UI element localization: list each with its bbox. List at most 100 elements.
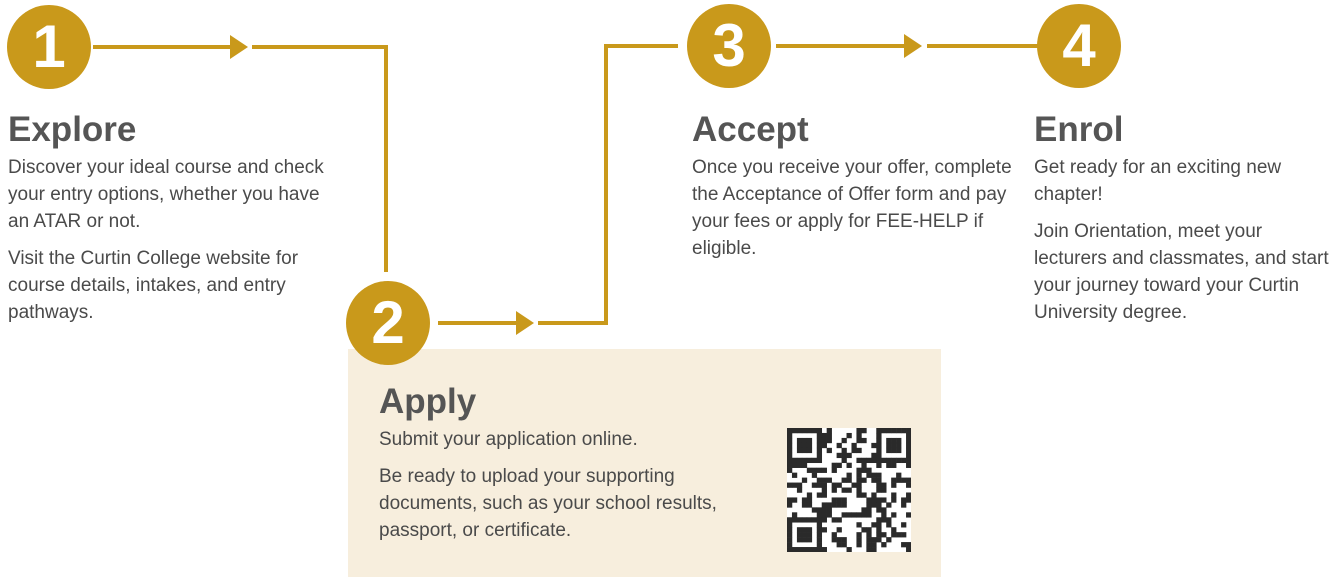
qr-module [886, 522, 892, 528]
qr-module [826, 428, 832, 434]
qr-module [841, 537, 847, 543]
qr-module [801, 527, 808, 533]
qr-module [856, 482, 862, 488]
qr-module [821, 437, 827, 444]
qr-module [841, 457, 847, 464]
qr-module [881, 497, 887, 503]
qr-module [787, 532, 793, 538]
qr-module [801, 437, 808, 444]
qr-module [891, 492, 897, 498]
qr-module [856, 532, 862, 538]
qr-module [856, 477, 862, 483]
qr-module [861, 457, 867, 464]
qr-module [846, 477, 852, 483]
qr-module [876, 452, 882, 459]
qr-module [806, 457, 813, 464]
step-enrol-text-1: Get ready for an exciting new chapter! [1034, 157, 1282, 205]
qr-module [801, 532, 808, 538]
qr-module [856, 542, 862, 548]
qr-module [906, 477, 912, 483]
qr-module [836, 537, 842, 543]
qr-module [826, 477, 832, 483]
qr-module [841, 542, 847, 548]
qr-module [787, 442, 793, 449]
qr-module [826, 437, 832, 444]
qr-module [831, 502, 837, 508]
qr-module [787, 547, 793, 553]
qr-module [906, 442, 912, 449]
qr-module [891, 447, 897, 454]
qr-module [791, 457, 798, 464]
qr-module [861, 477, 867, 483]
qr-module [846, 452, 852, 459]
qr-module [836, 517, 842, 523]
step-accept-title: Accept [692, 110, 809, 149]
qr-module [796, 517, 803, 523]
qr-module [871, 522, 877, 528]
qr-module [861, 437, 867, 444]
qr-module [896, 477, 902, 483]
qr-module [806, 502, 813, 508]
qr-module [866, 542, 872, 548]
qr-module [866, 527, 872, 533]
qr-module [826, 502, 832, 508]
qr-module [871, 472, 877, 478]
qr-module [866, 537, 872, 543]
qr-module [861, 462, 867, 468]
qr-module [811, 457, 818, 464]
qr-module [876, 447, 882, 454]
qr-module [866, 472, 872, 478]
qr-module [881, 428, 887, 434]
qr-module [851, 512, 857, 518]
step-enrol-title: Enrol [1034, 110, 1124, 149]
qr-module [856, 447, 862, 454]
qr-module [851, 482, 857, 488]
qr-module [891, 477, 897, 483]
qr-module [846, 432, 852, 439]
qr-module [821, 517, 827, 523]
qr-module [866, 512, 872, 518]
qr-module [821, 477, 827, 483]
qr-module [811, 428, 818, 434]
qr-module [846, 487, 852, 493]
qr-module [811, 547, 818, 553]
qr-module [856, 537, 862, 543]
qr-module [796, 428, 803, 434]
qr-module [801, 547, 808, 553]
arrowhead-3 [904, 34, 922, 58]
qr-module [881, 482, 887, 488]
step-apply-title: Apply [379, 382, 477, 421]
qr-module [856, 472, 862, 478]
qr-module [806, 497, 813, 503]
qr-module [901, 522, 907, 528]
qr-module [876, 482, 882, 488]
qr-module [856, 492, 862, 498]
qr-module [856, 512, 862, 518]
qr-module [841, 447, 847, 454]
step-apply-text-2: Be ready to upload your supporting docum… [379, 466, 717, 541]
qr-module [871, 502, 877, 508]
qr-module [787, 517, 793, 523]
qr-module [906, 462, 912, 468]
qr-module [881, 517, 887, 523]
qr-module [906, 432, 912, 439]
step-explore: Explore Discover your ideal course and c… [8, 108, 328, 336]
qr-module [871, 477, 877, 483]
qr-module [816, 432, 823, 439]
qr-code-icon[interactable] [787, 428, 912, 553]
qr-module [891, 428, 897, 434]
qr-module [801, 457, 808, 464]
qr-module [881, 532, 887, 538]
qr-module [896, 442, 902, 449]
qr-module [876, 537, 882, 543]
qr-module [891, 497, 897, 503]
qr-module [891, 442, 897, 449]
qr-module [787, 462, 793, 468]
qr-module [821, 547, 827, 553]
qr-module [846, 547, 852, 553]
qr-module [896, 428, 902, 434]
qr-module [866, 467, 872, 473]
qr-module [816, 507, 823, 513]
qr-module [791, 482, 798, 488]
qr-module [811, 507, 818, 513]
